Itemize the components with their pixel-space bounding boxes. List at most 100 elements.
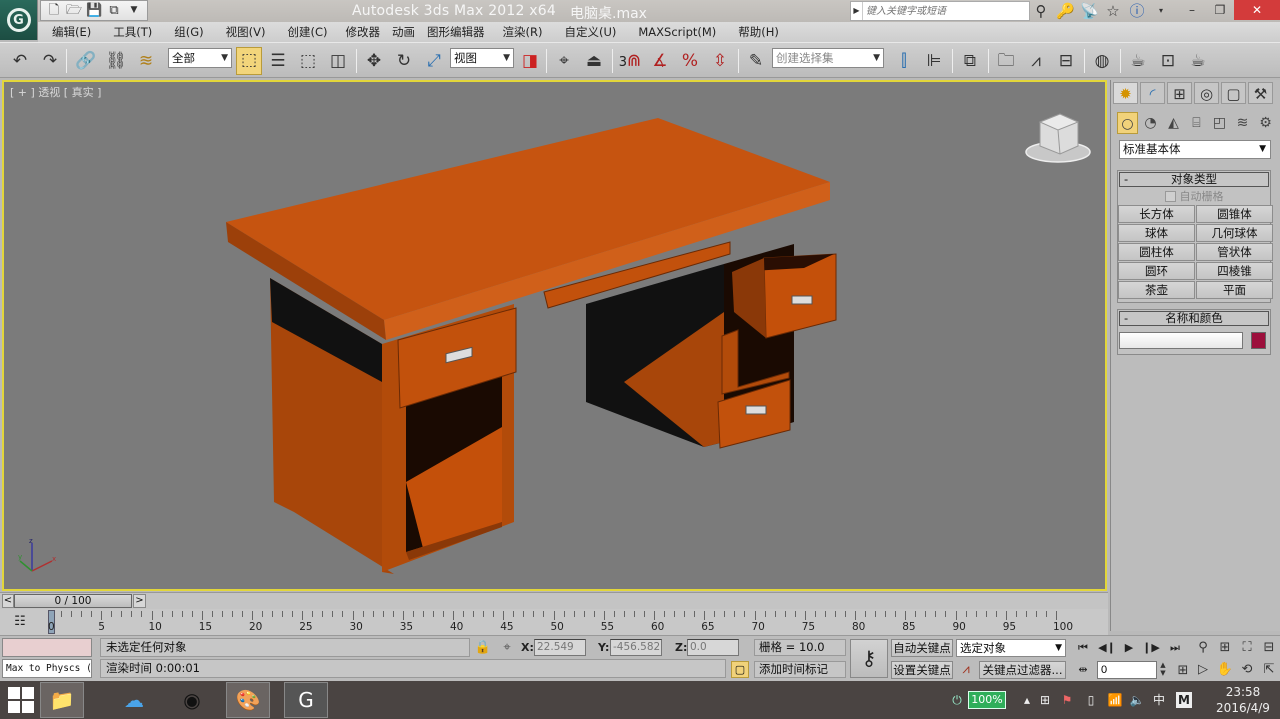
volume-icon[interactable]: 🔈	[1128, 690, 1146, 710]
key-selection-set-dropdown[interactable]: 选定对象 ▼	[956, 639, 1066, 657]
align-icon[interactable]: ⊫	[922, 49, 946, 73]
edit-named-selection-icon[interactable]: ✎	[744, 49, 768, 73]
cylinder-button[interactable]: 圆柱体	[1118, 243, 1195, 261]
track-bar[interactable]: ☷ 0 5 10 15 20 25 30 35 40 45 50 55 60 65 70 75 80 85 90 95…	[0, 609, 1108, 635]
cloud-drive-icon[interactable]: ☁	[112, 682, 156, 718]
time-slider-thumb[interactable]: 0 / 100	[14, 594, 132, 608]
open-file-icon[interactable]: 🗁	[66, 3, 82, 18]
object-color-swatch[interactable]	[1251, 332, 1266, 349]
menu-graph-editors[interactable]: 图形编辑器	[427, 22, 485, 42]
systems-icon[interactable]: ⚙	[1255, 112, 1276, 134]
windows-tray-icon[interactable]: ⊞	[1036, 690, 1054, 710]
file-explorer-icon[interactable]: 📁	[40, 682, 84, 718]
next-frame-button[interactable]: >	[133, 594, 146, 608]
field-of-view-icon[interactable]: ▷	[1194, 661, 1212, 679]
power-status-icon[interactable]: ▯	[1082, 690, 1100, 710]
menu-help[interactable]: 帮助(H)	[738, 22, 779, 42]
menu-customize[interactable]: 自定义(U)	[564, 22, 616, 42]
save-icon[interactable]: 💾	[86, 3, 102, 18]
curve-editor-icon[interactable]: ⩘	[1024, 49, 1048, 73]
x-coord-field[interactable]: 22.549	[534, 639, 586, 656]
frame-spinner[interactable]: ▲ ▼	[1158, 661, 1168, 679]
pan-view-icon[interactable]: ✋	[1216, 661, 1234, 679]
select-and-rotate-icon[interactable]: ↻	[392, 49, 416, 73]
space-warps-icon[interactable]: ≋	[1232, 112, 1253, 134]
manipulate-icon[interactable]: ⌖	[552, 49, 576, 73]
named-selection-dropdown[interactable]: 创建选择集 ▼	[772, 48, 884, 68]
maxscript-listener-input[interactable]	[2, 638, 92, 657]
zoom-icon[interactable]: ⚲	[1194, 639, 1212, 657]
key-filters-button[interactable]: 关键点过滤器...	[979, 661, 1066, 679]
snaps-toggle-icon[interactable]: 3⋒	[618, 49, 642, 73]
previous-key-icon[interactable]: ◀❙	[1098, 640, 1116, 656]
graphite-ribbon-icon[interactable]: 🗀	[994, 49, 1018, 73]
render-production-icon[interactable]: ☕	[1186, 49, 1210, 73]
go-to-start-icon[interactable]: ⏮	[1074, 640, 1092, 656]
add-time-tag-button[interactable]: 添加时间标记	[754, 661, 846, 678]
mirror-icon[interactable]: ⫿	[892, 49, 916, 73]
zoom-extents-all-icon[interactable]: ⊟	[1260, 639, 1278, 657]
expand-search-icon[interactable]: ▶	[851, 2, 863, 20]
y-coord-field[interactable]: -456.582	[610, 639, 662, 656]
show-hidden-icons[interactable]: ▴	[1018, 690, 1036, 710]
lights-icon[interactable]: ◭	[1163, 112, 1184, 134]
create-tab-icon[interactable]: ✹	[1113, 82, 1138, 104]
redo-icon[interactable]: ↷	[38, 49, 62, 73]
name-color-header[interactable]: - 名称和颜色	[1119, 311, 1269, 326]
tube-button[interactable]: 管状体	[1196, 243, 1273, 261]
key-search-icon[interactable]: 🔑	[1056, 2, 1075, 20]
orbit-icon[interactable]: ⟲	[1238, 661, 1256, 679]
next-key-icon[interactable]: ❙▶	[1142, 640, 1160, 656]
system-clock[interactable]: 23:58 2016/4/9	[1212, 684, 1274, 716]
go-to-end-icon[interactable]: ⏭	[1166, 640, 1184, 656]
menu-rendering[interactable]: 渲染(R)	[503, 22, 543, 42]
menu-edit[interactable]: 编辑(E)	[52, 22, 91, 42]
z-coord-field[interactable]: 0.0	[687, 639, 739, 656]
chrome-icon[interactable]: ◉	[170, 682, 214, 718]
autogrid-checkbox[interactable]: 自动栅格	[1118, 188, 1270, 204]
torus-button[interactable]: 圆环	[1118, 262, 1195, 280]
time-configuration-icon[interactable]: ⊞	[1174, 662, 1192, 680]
3dsmax-taskbar-icon[interactable]: G	[284, 682, 328, 718]
menu-animation[interactable]: 动画	[392, 22, 415, 42]
cone-button[interactable]: 圆锥体	[1196, 205, 1273, 223]
shapes-icon[interactable]: ◔	[1140, 112, 1161, 134]
time-tag-icon[interactable]: ▢	[731, 661, 749, 678]
helpers-icon[interactable]: ◰	[1209, 112, 1230, 134]
unlink-selection-icon[interactable]: ⛓	[104, 49, 128, 73]
pivot-center-icon[interactable]: ◨	[518, 49, 542, 73]
satellite-icon[interactable]: 📡	[1080, 2, 1099, 20]
menu-views[interactable]: 视图(V)	[226, 22, 266, 42]
viewcube[interactable]	[1024, 108, 1092, 168]
rendered-frame-window-icon[interactable]: ⊡	[1156, 49, 1180, 73]
restore-button[interactable]: ❐	[1206, 0, 1234, 20]
network-signal-icon[interactable]: 📶	[1106, 690, 1124, 710]
maximize-viewport-icon[interactable]: ⇱	[1260, 661, 1278, 679]
pyramid-button[interactable]: 四棱锥	[1196, 262, 1273, 280]
percent-snap-icon[interactable]: %	[678, 49, 702, 73]
auto-key-button[interactable]: 自动关键点	[891, 639, 953, 657]
cameras-icon[interactable]: ⌸	[1186, 112, 1207, 134]
search-input[interactable]	[863, 3, 1023, 19]
ime-mode-indicator[interactable]: M	[1176, 692, 1192, 708]
menu-create[interactable]: 创建(C)	[287, 22, 327, 42]
plane-button[interactable]: 平面	[1196, 281, 1273, 299]
set-key-button[interactable]: 设置关键点	[891, 661, 953, 679]
new-file-icon[interactable]: 🗋	[46, 3, 62, 18]
material-editor-icon[interactable]: ◍	[1090, 49, 1114, 73]
object-type-header[interactable]: - 对象类型	[1119, 172, 1269, 187]
menu-group[interactable]: 组(G)	[174, 22, 203, 42]
star-icon[interactable]: ☆	[1104, 2, 1122, 20]
power-plug-icon[interactable]: ⏻	[948, 690, 966, 710]
perspective-viewport[interactable]: [ + ] 透视 [ 真实 ] z x y	[2, 80, 1107, 591]
quick-access-dropdown-icon[interactable]: ▼	[126, 3, 142, 18]
action-center-flag-icon[interactable]: ⚑	[1058, 690, 1076, 710]
desk-model[interactable]	[4, 82, 1107, 591]
help-icon[interactable]: ⓘ	[1128, 2, 1146, 20]
select-and-scale-icon[interactable]: ⤢	[422, 49, 446, 73]
project-folder-icon[interactable]: ⧉	[106, 3, 122, 18]
zoom-extents-icon[interactable]: ⛶	[1238, 639, 1256, 657]
play-icon[interactable]: ▶	[1120, 640, 1138, 656]
select-and-link-icon[interactable]: 🔗	[74, 49, 98, 73]
selection-filter-dropdown[interactable]: 全部 ▼	[168, 48, 232, 68]
